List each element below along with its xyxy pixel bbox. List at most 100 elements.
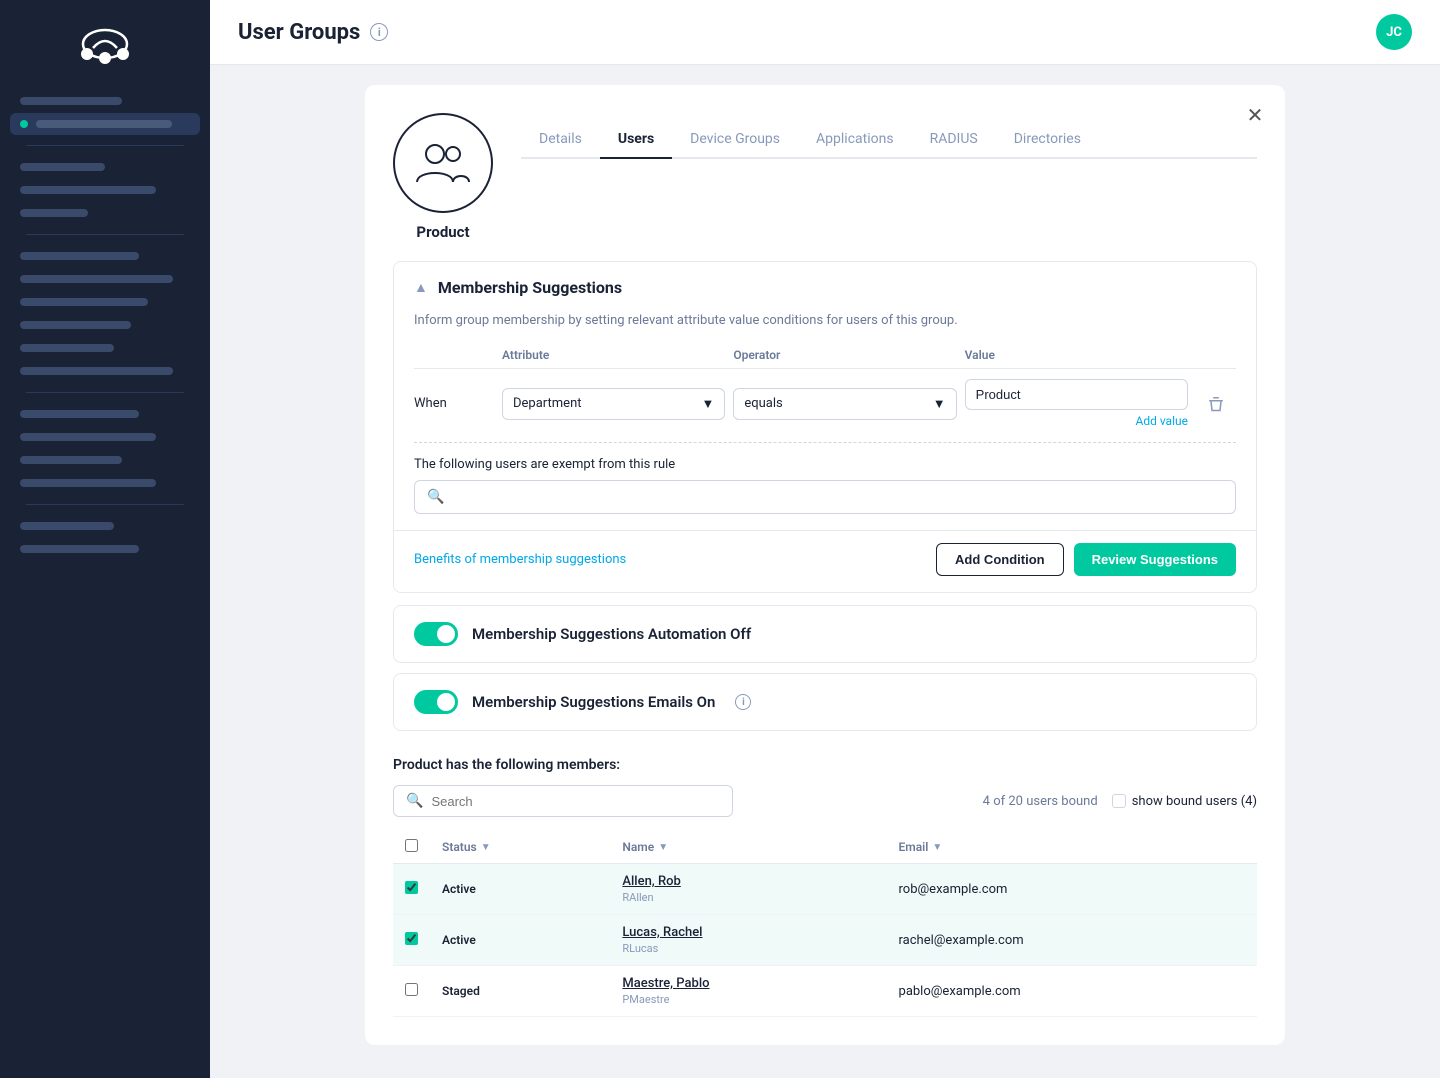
sidebar-item-15[interactable] [10,515,200,537]
sidebar-item-8[interactable] [10,314,200,336]
members-title: Product has the following members: [393,757,1257,773]
member-name-link[interactable]: Allen, Rob [622,874,874,889]
attribute-value: Department [513,396,582,411]
row-status: Active [430,864,610,915]
name-sort-arrow: ▼ [658,842,668,853]
attribute-select[interactable]: Department ▼ [502,388,725,420]
col-when [414,348,494,362]
sidebar-item-9[interactable] [10,337,200,359]
table-header-row: Status ▼ Name ▼ [393,831,1257,864]
add-condition-button[interactable]: Add Condition [936,543,1064,576]
row-checkbox-cell [393,864,430,915]
col-action [1196,348,1236,362]
dashed-separator [414,442,1236,443]
exempt-label: The following users are exempt from this… [414,457,1236,472]
show-bound-label[interactable]: show bound users (4) [1132,794,1257,809]
status-sort[interactable]: Status ▼ [442,840,598,854]
condition-when-label: When [414,396,494,411]
footer-buttons: Add Condition Review Suggestions [936,543,1236,576]
add-value-link[interactable]: Add value [965,414,1188,428]
sidebar-item-4[interactable] [10,202,200,224]
sidebar-item-2[interactable] [10,156,200,178]
bound-info: 4 of 20 users bound [983,794,1098,809]
collapse-icon[interactable]: ▲ [414,279,428,296]
delete-condition-icon[interactable] [1196,395,1236,413]
header-info-icon[interactable]: i [370,23,388,41]
sidebar-item-5[interactable] [10,245,200,267]
col-operator: Operator [733,348,956,362]
condition-value-input[interactable] [965,379,1188,410]
profile-avatar-wrap: Product [393,113,493,241]
membership-footer: Benefits of membership suggestions Add C… [394,530,1256,592]
close-button[interactable]: ✕ [1241,101,1269,129]
sidebar-item-1[interactable] [10,113,200,135]
sidebar-item-12[interactable] [10,426,200,448]
emails-toggle[interactable] [414,690,458,714]
tab-users[interactable]: Users [600,121,672,159]
row-select-checkbox[interactable] [405,881,418,894]
emails-label: Membership Suggestions Emails On [472,693,715,711]
sidebar-item-10[interactable] [10,360,200,382]
exempt-search-icon: 🔍 [427,489,444,505]
col-status-header: Status ▼ [430,831,610,864]
tab-directories[interactable]: Directories [996,121,1099,159]
email-sort[interactable]: Email ▼ [899,840,1245,854]
sidebar-item-13[interactable] [10,449,200,471]
sidebar-item-14[interactable] [10,472,200,494]
tabs: Details Users Device Groups Applications… [521,121,1257,159]
exempt-search-wrap: 🔍 [414,480,1236,514]
row-select-checkbox[interactable] [405,932,418,945]
sidebar-item-3[interactable] [10,179,200,201]
exempt-section: The following users are exempt from this… [394,457,1256,530]
member-username: RAllen [622,891,874,904]
main-area: User Groups i JC ✕ [210,0,1440,1078]
page-title: User Groups [238,20,360,45]
sidebar-item-6[interactable] [10,268,200,290]
tab-device-groups[interactable]: Device Groups [672,121,798,159]
members-tbody: Active Allen, Rob RAllen rob@example.comAct… [393,864,1257,1017]
col-value: Value [965,348,1188,362]
name-sort[interactable]: Name ▼ [622,840,874,854]
conditions-header: Attribute Operator Value [414,342,1236,369]
row-email: rachel@example.com [887,915,1257,966]
row-email: rob@example.com [887,864,1257,915]
header-title-group: User Groups i [238,20,388,45]
tab-radius[interactable]: RADIUS [912,121,996,159]
membership-title: Membership Suggestions [438,278,622,297]
table-row: Active Allen, Rob RAllen rob@example.com [393,864,1257,915]
row-select-checkbox[interactable] [405,983,418,996]
sidebar-item-0[interactable] [10,90,200,112]
tab-details[interactable]: Details [521,121,600,159]
show-bound-checkbox[interactable] [1112,794,1126,808]
col-attribute: Attribute [502,348,725,362]
member-name-link[interactable]: Lucas, Rachel [622,925,874,940]
members-search-input[interactable] [431,794,720,809]
members-section: Product has the following members: 🔍 4 o… [393,741,1257,1017]
select-all-checkbox[interactable] [405,839,418,852]
members-search-icon: 🔍 [406,793,423,809]
member-username: RLucas [622,942,874,955]
benefits-link[interactable]: Benefits of membership suggestions [414,552,626,567]
show-bound-wrap: show bound users (4) [1112,794,1257,809]
operator-select[interactable]: equals ▼ [733,388,956,420]
members-controls: 🔍 4 of 20 users bound show bound users (… [393,785,1257,817]
automation-toggle-section: Membership Suggestions Automation Off [393,605,1257,663]
member-name-link[interactable]: Maestre, Pablo [622,976,874,991]
sidebar-item-11[interactable] [10,403,200,425]
emails-info-icon[interactable]: i [735,694,751,710]
profile-name: Product [416,223,469,241]
tab-applications[interactable]: Applications [798,121,912,159]
automation-label: Membership Suggestions Automation Off [472,625,751,643]
membership-desc: Inform group membership by setting relev… [394,313,1256,342]
sidebar-logo [0,16,210,90]
row-checkbox-cell [393,966,430,1017]
profile-avatar [393,113,493,213]
sidebar-item-16[interactable] [10,538,200,560]
status-badge: Staged [442,984,480,998]
review-suggestions-button[interactable]: Review Suggestions [1074,543,1236,576]
exempt-search-input[interactable] [452,490,1223,505]
automation-toggle[interactable] [414,622,458,646]
membership-header[interactable]: ▲ Membership Suggestions [394,262,1256,313]
sidebar-item-7[interactable] [10,291,200,313]
section-content: ▲ Membership Suggestions Inform group me… [365,241,1285,1045]
